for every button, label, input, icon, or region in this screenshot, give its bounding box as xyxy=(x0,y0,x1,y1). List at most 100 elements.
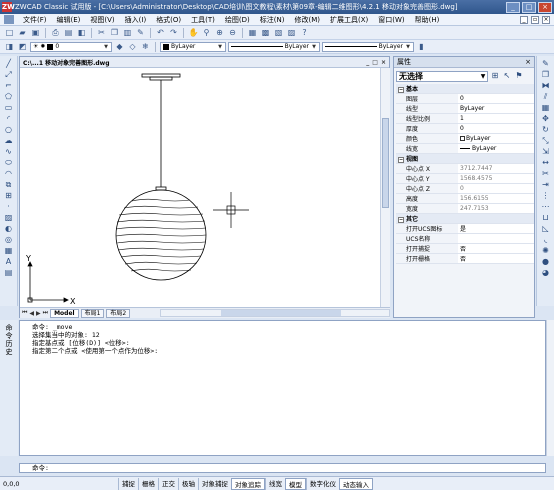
layer-manager-icon[interactable]: ◨ xyxy=(4,42,15,52)
menu-help[interactable]: 帮助(H) xyxy=(410,15,445,25)
section-basic[interactable]: − 基本 xyxy=(396,84,534,94)
xline-icon[interactable]: ⤢ xyxy=(3,70,15,80)
lengthen-icon[interactable]: ↔ xyxy=(540,158,552,168)
tab-nav-first-icon[interactable]: ⏮ xyxy=(22,309,27,317)
menu-format[interactable]: 格式(O) xyxy=(151,15,186,25)
collapse-icon[interactable]: − xyxy=(398,157,404,163)
property-value[interactable]: 否 xyxy=(458,243,534,254)
drawing-maximize-button[interactable]: □ xyxy=(372,59,378,66)
menu-window[interactable]: 窗口(W) xyxy=(373,15,409,25)
insert-block-icon[interactable]: ⧉ xyxy=(3,180,15,190)
break-at-point-icon[interactable]: ⋮ xyxy=(540,191,552,201)
collapse-icon[interactable]: − xyxy=(398,217,404,223)
zoom-window-icon[interactable]: ⊕ xyxy=(214,28,225,38)
tool-palette-icon[interactable]: ▧ xyxy=(273,28,284,38)
arc-icon[interactable]: ◜ xyxy=(3,114,15,124)
redo-icon[interactable]: ↷ xyxy=(168,28,179,38)
property-row[interactable]: 打开UCS图标是 xyxy=(396,223,534,234)
tab-model[interactable]: Model xyxy=(50,308,79,318)
fillet-icon[interactable]: ◟ xyxy=(540,235,552,245)
lineweight-toggle[interactable]: 线宽 xyxy=(265,477,285,490)
revision-cloud-icon[interactable]: ☁ xyxy=(3,136,15,146)
section-view[interactable]: − 视图 xyxy=(396,153,534,164)
save-icon[interactable]: ▣ xyxy=(30,28,41,38)
drawing-canvas[interactable]: X Y xyxy=(20,68,380,307)
property-value[interactable]: 0 xyxy=(458,93,534,104)
table-icon[interactable]: ▦ xyxy=(3,246,15,256)
property-value[interactable] xyxy=(458,233,534,244)
property-value[interactable]: 0 xyxy=(458,123,534,134)
hatch-icon[interactable]: ▨ xyxy=(3,213,15,223)
toggle-pickadd-icon[interactable]: ⊞ xyxy=(490,71,500,81)
menu-tools[interactable]: 工具(T) xyxy=(186,15,220,25)
offset-icon[interactable]: ⫽ xyxy=(540,92,552,102)
property-row[interactable]: 线型比例 1 xyxy=(396,113,534,124)
properties-icon[interactable]: ▦ xyxy=(247,28,258,38)
collapse-icon[interactable]: − xyxy=(398,87,404,93)
line-icon[interactable]: ╱ xyxy=(3,59,15,69)
command-input[interactable]: 命令: xyxy=(19,463,546,473)
tablet-toggle[interactable]: 数字化仪 xyxy=(306,477,339,490)
erase-icon[interactable]: ✎ xyxy=(540,59,552,69)
break-icon[interactable]: ⋯ xyxy=(540,202,552,212)
linetype-dropdown[interactable]: ByLayer ▼ xyxy=(228,41,320,52)
section-other[interactable]: − 其它 xyxy=(396,213,534,224)
gradient-icon[interactable]: ◐ xyxy=(3,224,15,234)
color-dropdown[interactable]: ByLayer ▼ xyxy=(160,41,226,52)
help-icon[interactable]: ? xyxy=(299,28,310,38)
property-row[interactable]: 颜色 ByLayer xyxy=(396,133,534,144)
polyline-icon[interactable]: ⌐ xyxy=(3,81,15,91)
undo-icon[interactable]: ↶ xyxy=(155,28,166,38)
open-file-icon[interactable]: ▰ xyxy=(17,28,28,38)
polygon-icon[interactable]: ⬠ xyxy=(3,92,15,102)
lineweight-dropdown[interactable]: ByLayer ▼ xyxy=(322,41,414,52)
pan-icon[interactable]: ✋ xyxy=(188,28,199,38)
select-objects-icon[interactable]: ↖ xyxy=(502,71,512,81)
scrollbar-thumb[interactable] xyxy=(382,118,389,208)
otrack-toggle[interactable]: 对象追踪 xyxy=(231,477,265,490)
polar-toggle[interactable]: 极轴 xyxy=(178,477,198,490)
design-center-icon[interactable]: ▩ xyxy=(260,28,271,38)
grid-toggle[interactable]: 栅格 xyxy=(138,477,158,490)
doc-close-button[interactable]: × xyxy=(542,15,550,24)
publish-icon[interactable]: ◧ xyxy=(76,28,87,38)
plot-style-icon[interactable]: ▮ xyxy=(416,42,427,52)
explode-icon[interactable]: ✺ xyxy=(540,246,552,256)
ellipse-icon[interactable]: ⬭ xyxy=(3,158,15,168)
ellipse-arc-icon[interactable]: ◠ xyxy=(3,169,15,179)
command-history-scrollbar[interactable] xyxy=(546,320,554,456)
property-row[interactable]: 线宽 ByLayer xyxy=(396,143,534,154)
tab-nav-next-icon[interactable]: ▶ xyxy=(36,310,41,317)
join-icon[interactable]: ⊔ xyxy=(540,213,552,223)
menu-file[interactable]: 文件(F) xyxy=(18,15,52,25)
copy-icon[interactable]: ❐ xyxy=(109,28,120,38)
property-value-cell[interactable]: ByLayer xyxy=(458,133,534,144)
trim-icon[interactable]: ✂ xyxy=(540,169,552,179)
menu-modify[interactable]: 修改(M) xyxy=(289,15,325,25)
property-value-cell[interactable]: ByLayer xyxy=(458,143,534,154)
tab-layout1[interactable]: 布局1 xyxy=(80,308,105,318)
layer-freeze-icon[interactable]: ❄ xyxy=(140,42,151,52)
print-icon[interactable]: ⎙ xyxy=(50,28,61,38)
property-row[interactable]: 厚度 0 xyxy=(396,123,534,134)
osnap-toggle[interactable]: 对象捕捉 xyxy=(198,477,231,490)
extend-icon[interactable]: ⇥ xyxy=(540,180,552,190)
paste-icon[interactable]: ▥ xyxy=(122,28,133,38)
tab-layout2[interactable]: 布局2 xyxy=(106,308,131,318)
drawing-close-button[interactable]: × xyxy=(381,59,386,66)
cut-icon[interactable]: ✂ xyxy=(96,28,107,38)
multiline-text-icon[interactable]: A xyxy=(3,257,15,267)
zoom-previous-icon[interactable]: ⊖ xyxy=(227,28,238,38)
drawing-minimize-button[interactable]: _ xyxy=(366,59,369,66)
menu-extend-tools[interactable]: 扩展工具(X) xyxy=(325,15,373,25)
chamfer-icon[interactable]: ◺ xyxy=(540,224,552,234)
tab-nav-last-icon[interactable]: ⏭ xyxy=(43,309,48,317)
selection-dropdown[interactable]: 无选择 ▼ xyxy=(396,70,488,82)
menu-dimension[interactable]: 标注(N) xyxy=(255,15,290,25)
layer-dropdown[interactable]: ☀ ✹ 0 ▼ xyxy=(30,41,112,52)
property-row[interactable]: 打开栅格否 xyxy=(396,253,534,264)
color-wheel-icon[interactable]: ◕ xyxy=(540,268,552,278)
model-toggle[interactable]: 模型 xyxy=(285,477,306,490)
close-icon[interactable]: × xyxy=(525,58,534,66)
menu-draw[interactable]: 绘图(D) xyxy=(220,15,255,25)
